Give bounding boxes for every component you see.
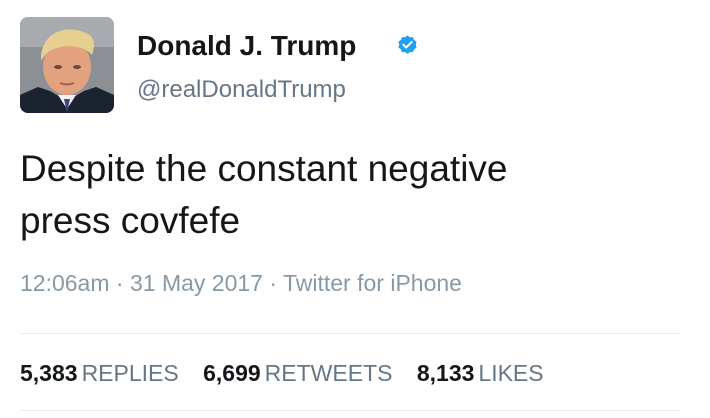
meta-separator: · <box>262 270 283 296</box>
display-name[interactable]: Donald J. Trump <box>137 30 356 62</box>
retweets-stat[interactable]: 6,699 RETWEETS <box>203 360 392 387</box>
tweet-meta: 12:06am · 31 May 2017 · Twitter for iPho… <box>20 270 462 297</box>
likes-stat[interactable]: 8,133 LIKES <box>417 360 544 387</box>
tweet-card: Donald J. Trump @realDonaldTrump Despite… <box>0 0 710 418</box>
replies-count: 5,383 <box>20 360 78 386</box>
tweet-text: Despite the constant negative press covf… <box>20 143 660 247</box>
verified-badge-icon <box>398 35 417 54</box>
tweet-time[interactable]: 12:06am <box>20 270 110 296</box>
retweets-count: 6,699 <box>203 360 261 386</box>
tweet-source[interactable]: Twitter for iPhone <box>283 270 462 296</box>
replies-label: REPLIES <box>81 360 179 386</box>
retweets-label: RETWEETS <box>264 360 393 386</box>
divider <box>20 410 680 411</box>
avatar[interactable] <box>20 17 114 113</box>
avatar-photo <box>20 17 114 113</box>
tweet-text-line: press covfefe <box>20 200 241 241</box>
divider <box>20 333 680 334</box>
meta-separator: · <box>109 270 130 296</box>
tweet-text-line: Despite the constant negative <box>20 148 508 189</box>
likes-label: LIKES <box>478 360 544 386</box>
likes-count: 8,133 <box>416 360 475 386</box>
user-handle[interactable]: @realDonaldTrump <box>137 76 346 104</box>
tweet-date[interactable]: 31 May 2017 <box>130 270 263 296</box>
tweet-stats: 5,383 REPLIES 6,699 RETWEETS 8,133 LIKES <box>20 360 562 387</box>
replies-stat[interactable]: 5,383 REPLIES <box>20 360 179 387</box>
